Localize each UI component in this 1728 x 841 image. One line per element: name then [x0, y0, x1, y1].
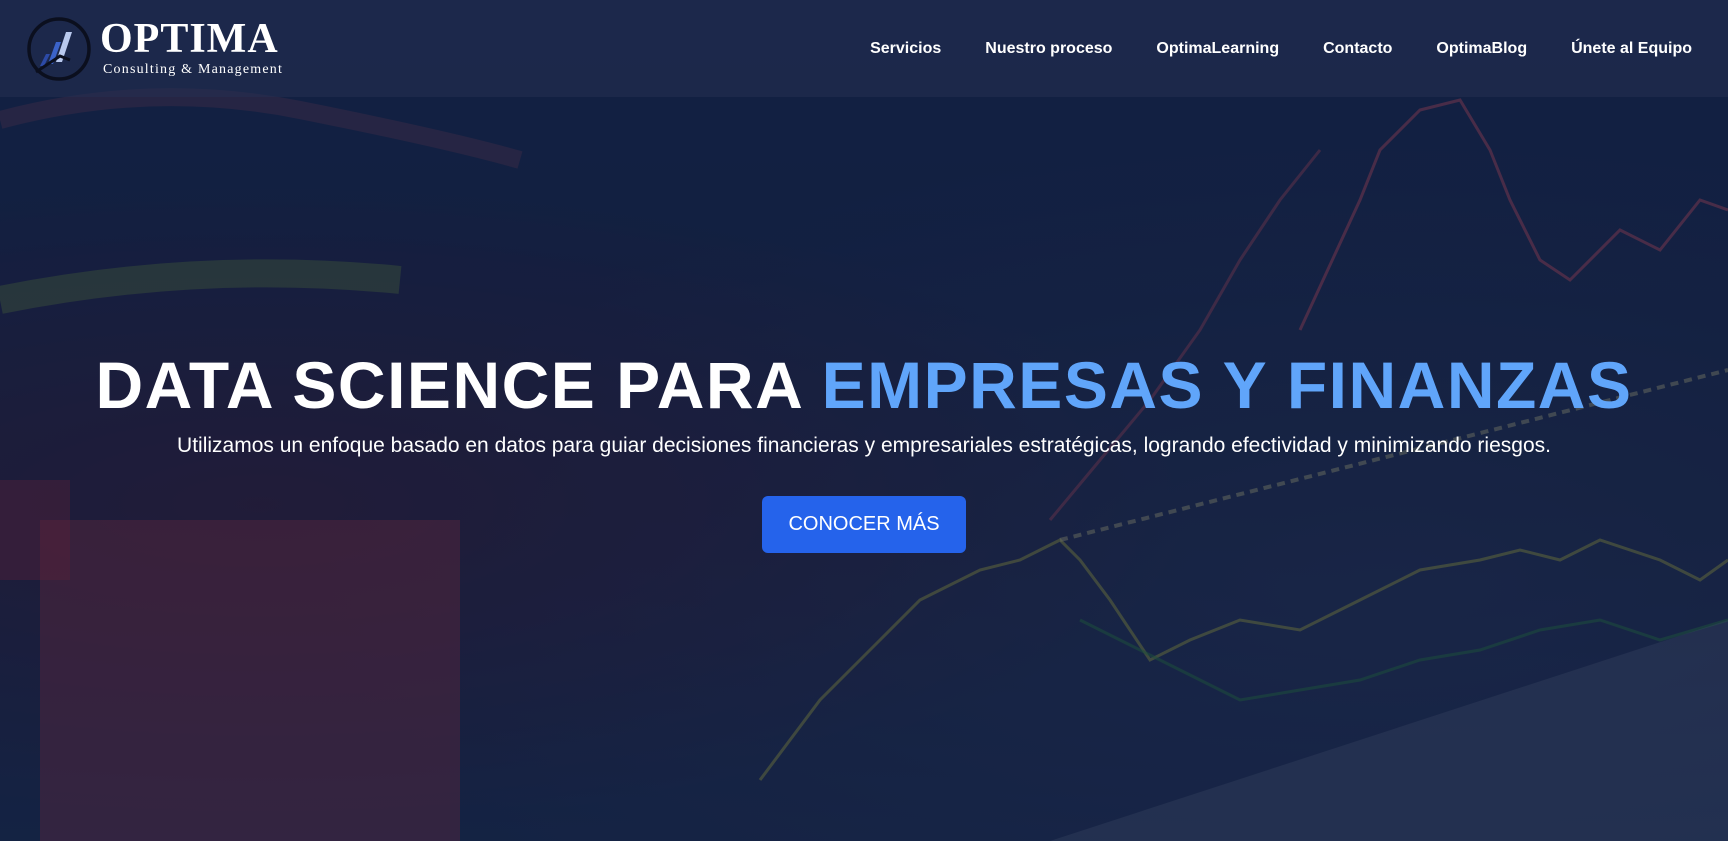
hero-title-accent: EMPRESAS Y FINANZAS	[821, 348, 1633, 422]
brand-name: OPTIMA	[100, 16, 279, 62]
site-header: OPTIMA Consulting & Management Servicios…	[0, 0, 1728, 97]
hero-subtitle: Utilizamos un enfoque basado en datos pa…	[177, 434, 1551, 457]
nav-link-unete-al-equipo[interactable]: Únete al Equipo	[1571, 40, 1692, 58]
conocer-mas-button[interactable]: CONOCER MÁS	[762, 496, 966, 553]
main-navigation: Servicios Nuestro proceso OptimaLearning…	[870, 40, 1692, 58]
nav-link-optimablog[interactable]: OptimaBlog	[1436, 40, 1527, 58]
brand-tagline: Consulting & Management	[103, 62, 284, 77]
nav-link-nuestro-proceso[interactable]: Nuestro proceso	[985, 40, 1112, 58]
hero-section: DATA SCIENCE PARA EMPRESAS Y FINANZAS Ut…	[0, 340, 1728, 553]
hero-title: DATA SCIENCE PARA EMPRESAS Y FINANZAS	[0, 340, 1728, 430]
nav-link-servicios[interactable]: Servicios	[870, 40, 941, 58]
nav-link-optimalearning[interactable]: OptimaLearning	[1156, 40, 1279, 58]
nav-link-contacto[interactable]: Contacto	[1323, 40, 1392, 58]
bar-chart-logo-icon	[27, 16, 91, 81]
brand-logo[interactable]: OPTIMA Consulting & Management	[26, 16, 283, 82]
hero-title-main: DATA SCIENCE PARA	[95, 348, 822, 422]
